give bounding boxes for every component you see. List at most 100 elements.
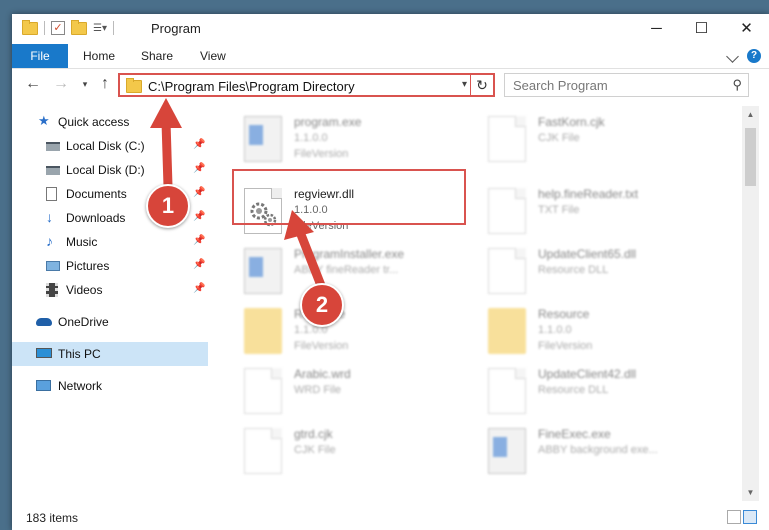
file-type: WRD File (294, 384, 342, 396)
download-icon: ↓ (46, 209, 53, 225)
scrollbar-thumb[interactable] (745, 128, 756, 186)
search-input[interactable]: Search Program (513, 78, 608, 93)
dll-gear-icon (488, 368, 526, 414)
file-name: program.exe (294, 115, 362, 129)
scroll-up-icon[interactable]: ▲ (742, 106, 759, 123)
sidebar-item-videos[interactable]: Videos 📌 (12, 278, 208, 302)
help-icon[interactable]: ? (747, 49, 761, 63)
address-dropdown-icon[interactable]: ▾ (462, 79, 467, 90)
file-type: FileVersion (294, 148, 349, 160)
file-details: Resource 1.1.0.0 FileVersion (538, 306, 592, 354)
details-view-icon[interactable] (727, 510, 741, 524)
vertical-scrollbar[interactable]: ▲ ▼ (742, 106, 759, 501)
exe-file-icon (244, 248, 282, 294)
pin-icon[interactable]: 📌 (193, 187, 205, 198)
expand-ribbon-icon[interactable] (726, 49, 739, 63)
file-name: UpdateClient65.dll (538, 247, 637, 261)
tab-home[interactable]: Home (83, 44, 115, 68)
folder-icon[interactable] (22, 19, 38, 35)
separator (112, 21, 114, 35)
sidebar-item-local-disk-c[interactable]: Local Disk (C:) 📌 (12, 134, 208, 158)
close-button[interactable]: ✕ (724, 14, 769, 44)
up-arrow-icon[interactable]: ↑ (96, 75, 114, 93)
file-item[interactable]: help.fineReader.txt TXT File (480, 184, 720, 240)
file-item[interactable]: UpdateClient42.dll Resource DLL (480, 364, 720, 420)
file-name: help.fineReader.txt (538, 187, 639, 201)
ribbon: File Home Share View ? (12, 44, 769, 69)
file-item[interactable]: FastKorn.cjk CJK File (480, 112, 720, 168)
file-item[interactable]: UpdateClient65.dll Resource DLL (480, 244, 720, 300)
sidebar-item-onedrive[interactable]: OneDrive (12, 310, 208, 334)
file-name: UpdateClient42.dll (538, 367, 637, 381)
tiles-view-icon[interactable] (743, 510, 757, 524)
folder-icon (126, 78, 142, 93)
tab-file[interactable]: File (12, 44, 68, 68)
forward-arrow-icon[interactable]: → (52, 75, 70, 93)
sidebar-item-this-pc[interactable]: This PC (12, 342, 208, 366)
file-type: ABBY background exe... (538, 444, 658, 456)
pin-icon[interactable]: 📌 (193, 283, 205, 294)
tab-share[interactable]: Share (141, 44, 173, 68)
ribbon-right-controls: ? (726, 49, 761, 63)
documents-icon (46, 187, 57, 201)
file-details: UpdateClient65.dll Resource DLL (538, 246, 636, 278)
file-type: FileVersion (538, 340, 593, 352)
folder-icon (244, 308, 282, 354)
star-icon: ★ (38, 113, 50, 128)
address-path[interactable]: C:\Program Files\Program Directory (148, 79, 355, 94)
file-item[interactable]: Resource 1.1.0.0 FileVersion (236, 304, 476, 360)
refresh-icon[interactable]: ↻ (470, 75, 493, 95)
file-item[interactable]: Resource 1.1.0.0 FileVersion (480, 304, 720, 360)
sidebar-item-local-disk-d[interactable]: Local Disk (D:) 📌 (12, 158, 208, 182)
music-icon: ♪ (46, 233, 53, 249)
search-icon[interactable]: ⚲ (732, 77, 742, 93)
file-item[interactable]: program.exe 1.1.0.0 FileVersion (236, 112, 476, 168)
file-type: Resource DLL (538, 264, 609, 276)
customize-toolbar-icon[interactable]: ☰▾ (93, 23, 107, 34)
exe-file-icon (488, 428, 526, 474)
pin-icon[interactable]: 📌 (193, 163, 205, 174)
sidebar-item-label: OneDrive (58, 315, 109, 329)
pictures-icon (46, 261, 60, 271)
sidebar-item-pictures[interactable]: Pictures 📌 (12, 254, 208, 278)
file-item[interactable]: FineExec.exe ABBY background exe... (480, 424, 720, 480)
address-bar[interactable]: C:\Program Files\Program Directory ▾ ↻ (118, 73, 495, 97)
sidebar-item-label: Videos (66, 283, 103, 297)
file-details: program.exe 1.1.0.0 FileVersion (294, 114, 361, 162)
file-type: ABBY fineReader tr... (294, 264, 399, 276)
sidebar-item-music[interactable]: ♪ Music 📌 (12, 230, 208, 254)
scroll-down-icon[interactable]: ▼ (742, 484, 759, 501)
pin-icon[interactable]: 📌 (193, 211, 205, 222)
pin-icon[interactable]: 📌 (193, 139, 205, 150)
tab-view[interactable]: View (200, 44, 226, 68)
recent-locations-icon[interactable]: ▾ (76, 75, 94, 93)
file-details: ProgramInstaller.exe ABBY fineReader tr.… (294, 246, 404, 278)
file-item[interactable]: Arabic.wrd WRD File (236, 364, 476, 420)
back-arrow-icon[interactable]: ← (24, 75, 42, 93)
maximize-button[interactable]: ☐ (679, 14, 724, 44)
sidebar-item-network[interactable]: Network (12, 374, 208, 398)
sidebar-item-label: This PC (58, 347, 101, 361)
videos-icon (46, 283, 58, 297)
properties-icon[interactable]: ✓ (51, 21, 65, 35)
sidebar-item-quick-access[interactable]: ★ Quick access (12, 110, 208, 134)
file-type: CJK File (294, 444, 336, 456)
file-type: FileVersion (294, 340, 349, 352)
title-bar: ✓ ☰▾ Program ─ ☐ ✕ (12, 14, 769, 44)
folder-icon (488, 308, 526, 354)
file-item[interactable]: gtrd.cjk CJK File (236, 424, 476, 480)
window-title: Program (151, 21, 201, 36)
search-box[interactable]: Search Program ⚲ (504, 73, 749, 97)
pin-icon[interactable]: 📌 (193, 235, 205, 246)
file-name: gtrd.cjk (294, 427, 333, 441)
sidebar-item-label: Local Disk (C:) (66, 139, 145, 153)
document-file-icon (488, 116, 526, 162)
pin-icon[interactable]: 📌 (193, 259, 205, 270)
minimize-button[interactable]: ─ (634, 14, 679, 44)
new-folder-icon[interactable] (71, 19, 87, 35)
item-count: 183 items (26, 511, 79, 525)
explorer-window: ✓ ☰▾ Program ─ ☐ ✕ File Home Share View … (12, 14, 769, 530)
file-item[interactable]: ProgramInstaller.exe ABBY fineReader tr.… (236, 244, 476, 300)
navigation-bar: ← → ▾ ↑ C:\Program Files\Program Directo… (12, 69, 769, 101)
cloud-icon (36, 318, 52, 326)
